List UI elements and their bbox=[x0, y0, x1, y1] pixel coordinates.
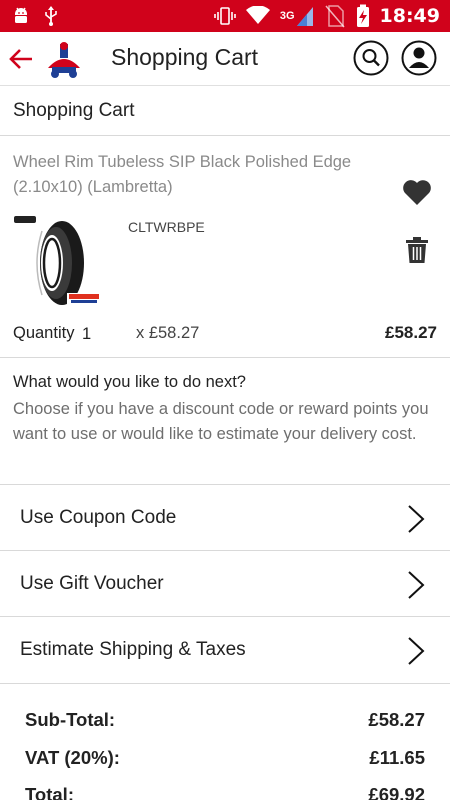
usb-icon bbox=[45, 6, 57, 26]
estimate-shipping-label: Estimate Shipping & Taxes bbox=[20, 639, 246, 660]
page-title: Shopping Cart bbox=[111, 44, 259, 70]
heart-icon[interactable] bbox=[402, 178, 432, 206]
divider bbox=[0, 357, 450, 358]
chevron-right-icon bbox=[408, 505, 425, 533]
coupon-code-label: Use Coupon Code bbox=[20, 507, 177, 528]
product-name[interactable]: Wheel Rim Tubeless SIP Black Polished Ed… bbox=[13, 150, 383, 200]
back-arrow-icon[interactable] bbox=[8, 46, 34, 72]
no-sim-icon bbox=[324, 5, 345, 28]
subtotal-label: Sub-Total: bbox=[25, 709, 116, 730]
status-bar: 3G 18:49 bbox=[0, 0, 450, 32]
search-icon[interactable] bbox=[353, 40, 389, 76]
chevron-right-icon bbox=[408, 637, 425, 665]
estimate-shipping-row[interactable]: Estimate Shipping & Taxes bbox=[0, 617, 450, 683]
line-total: £58.27 bbox=[385, 323, 437, 342]
app-bar: Shopping Cart bbox=[0, 32, 450, 86]
gift-voucher-row[interactable]: Use Gift Voucher bbox=[0, 551, 450, 617]
total-value: £69.92 bbox=[368, 784, 425, 800]
unit-price: x £58.27 bbox=[136, 324, 200, 342]
chevron-right-icon bbox=[408, 571, 425, 599]
product-image[interactable] bbox=[12, 213, 104, 308]
battery-charging-icon bbox=[356, 4, 369, 27]
total-label: Total: bbox=[25, 784, 74, 800]
quantity-label: Quantity bbox=[13, 324, 75, 342]
shop-logo[interactable] bbox=[42, 38, 86, 82]
signal-icon bbox=[296, 7, 313, 26]
network-type-label: 3G bbox=[279, 10, 295, 22]
subtotal-value: £58.27 bbox=[368, 709, 425, 730]
cart-heading: Shopping Cart bbox=[13, 100, 135, 121]
android-icon bbox=[15, 7, 27, 23]
vibrate-icon bbox=[214, 7, 236, 25]
product-sku: CLTWRBPE bbox=[128, 219, 205, 235]
next-steps-description: Choose if you have a discount code or re… bbox=[13, 400, 429, 443]
divider bbox=[0, 135, 450, 136]
vat-label: VAT (20%): bbox=[25, 747, 120, 768]
trash-icon[interactable] bbox=[405, 236, 429, 264]
wifi-icon bbox=[245, 6, 270, 24]
account-icon[interactable] bbox=[401, 40, 437, 76]
quantity-value[interactable]: 1 bbox=[82, 325, 91, 344]
divider bbox=[0, 683, 450, 684]
coupon-code-row[interactable]: Use Coupon Code bbox=[0, 485, 450, 551]
vat-value: £11.65 bbox=[369, 747, 425, 768]
gift-voucher-label: Use Gift Voucher bbox=[20, 573, 164, 594]
clock: 18:49 bbox=[379, 5, 440, 27]
next-steps-question: What would you like to do next? bbox=[13, 373, 246, 391]
